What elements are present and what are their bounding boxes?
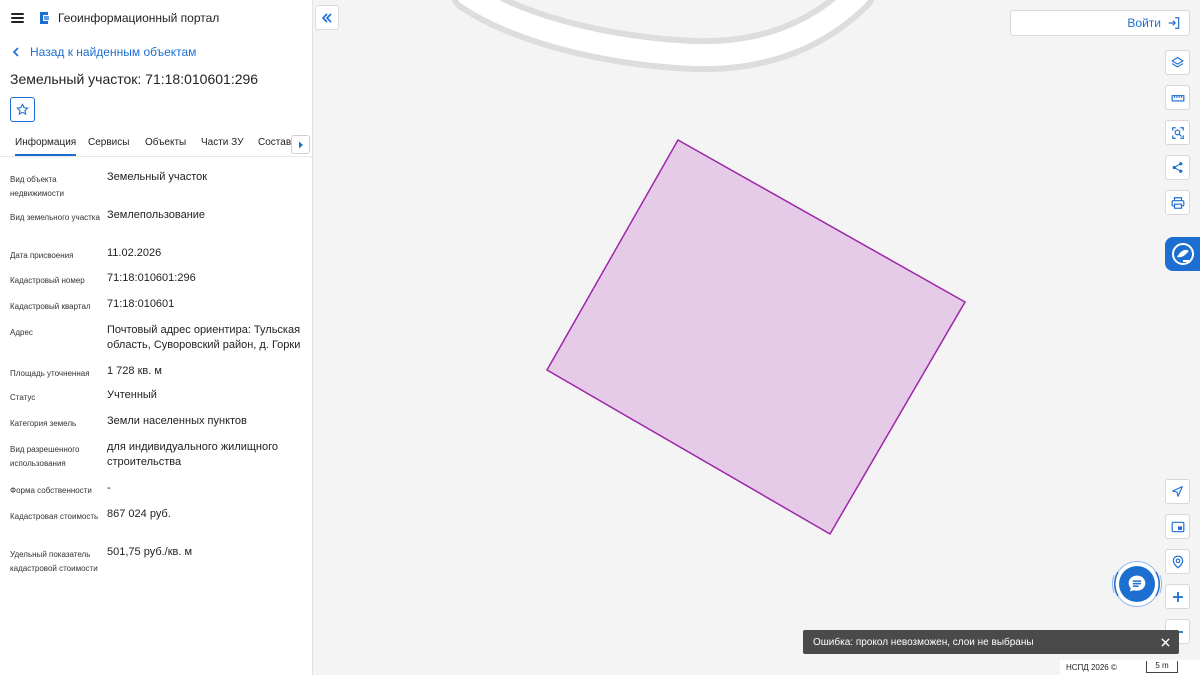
error-toast: Ошибка: прокол невозможен, слои не выбра… [803,630,1179,654]
locate-button[interactable] [1165,479,1190,504]
share-icon [1172,162,1183,173]
land-parcel[interactable] [545,138,967,536]
tab-objects[interactable]: Объекты [145,137,186,148]
toast-close-button[interactable] [1158,635,1172,649]
property-label: Кадастровый квартал [10,302,91,311]
tab-services[interactable]: Сервисы [88,137,129,148]
back-link-label: Назад к найденным объектам [30,45,197,59]
tab-parts[interactable]: Части ЗУ [201,137,243,148]
property-label: Адрес [10,328,33,337]
login-button[interactable]: Войти [1010,10,1190,36]
chevron-left-icon [12,47,19,57]
layers-button[interactable] [1165,50,1190,75]
logo-icon [40,12,49,24]
close-icon [1160,637,1170,647]
map-layer[interactable] [313,0,1200,675]
scale-bar: 5 m [1146,661,1178,673]
property-label: Вид разрешенного использования [10,445,80,468]
chevron-right-icon [298,141,303,148]
property-value: 1 728 кв. м [107,365,162,377]
tab-information[interactable]: Информация [15,137,77,156]
star-icon [16,103,29,116]
copyright-bar: НСПД 2026 © [1060,660,1200,675]
select-area-icon [1171,126,1184,139]
support-button[interactable] [1165,237,1200,271]
find-location-button[interactable] [1165,549,1190,574]
measure-button[interactable] [1165,85,1190,110]
double-chevron-left-icon [321,12,332,23]
print-icon [1171,196,1184,209]
property-label: Кадастровая стоимость [10,512,99,521]
favorite-button[interactable] [10,97,35,122]
chat-ring-decoration [1112,571,1162,597]
ruler-icon [1171,94,1184,101]
share-button[interactable] [1165,155,1190,180]
select-area-button[interactable] [1165,120,1190,145]
tab-composition[interactable]: Состав [258,137,291,148]
hamburger-icon[interactable] [11,13,24,23]
property-value: 11.02.2026 [107,247,162,259]
property-value: - [107,482,111,494]
map-canvas[interactable] [313,0,1200,675]
app-title: Геоинформационный портал [58,11,220,25]
collapse-panel-button[interactable] [315,5,339,30]
zoom-in-button[interactable] [1165,584,1190,609]
print-button[interactable] [1165,190,1190,215]
property-label: Статус [10,393,36,402]
property-value: Учтенный [107,389,157,401]
property-value: Земельный участок [107,171,208,183]
copyright-text: НСПД 2026 © [1066,663,1117,672]
property-label: Вид объекта недвижимости [10,175,64,198]
login-label: Войти [1127,16,1161,30]
find-location-icon [1172,555,1183,569]
property-value: Землепользование [107,209,206,221]
locate-icon [1172,486,1183,497]
app-header: Геоинформационный портал [0,0,312,36]
object-title: Земельный участок: 71:18:010601:296 [10,71,259,87]
property-value: 501,75 руб./кв. м [107,546,193,558]
minimap-button[interactable] [1165,514,1190,539]
property-label: Кадастровый номер [10,276,85,285]
layers-icon [1171,56,1184,68]
property-value: 71:18:010601 [107,298,175,310]
info-tabs: Информация Сервисы Объекты Части ЗУ Сост… [0,130,312,157]
login-icon [1168,17,1180,29]
chat-button[interactable] [1110,557,1164,611]
toast-message: Ошибка: прокол невозможен, слои не выбра… [813,636,1034,648]
property-label: Удельный показатель кадастровой стоимост… [10,550,98,573]
property-value: для индивидуального жилищного строительс… [107,441,279,468]
property-value: 71:18:010601:296 [107,272,196,284]
property-label: Форма собственности [10,486,92,495]
property-value: 867 024 руб. [107,508,171,520]
support-icon [1171,243,1194,265]
minimap-icon [1171,521,1184,532]
object-info-panel: Геоинформационный портал Назад к найденн… [0,0,313,675]
tabs-next-button[interactable] [291,135,310,154]
property-label: Категория земель [10,419,77,428]
property-value: Почтовый адрес ориентира: Тульская облас… [107,324,301,351]
property-label: Дата присвоения [10,251,74,260]
property-label: Вид земельного участка [10,213,100,222]
back-link[interactable]: Назад к найденным объектам [0,44,312,60]
property-value: Земли населенных пунктов [107,415,247,427]
zoom-in-icon [1172,591,1183,602]
property-label: Площадь уточненная [10,369,90,378]
